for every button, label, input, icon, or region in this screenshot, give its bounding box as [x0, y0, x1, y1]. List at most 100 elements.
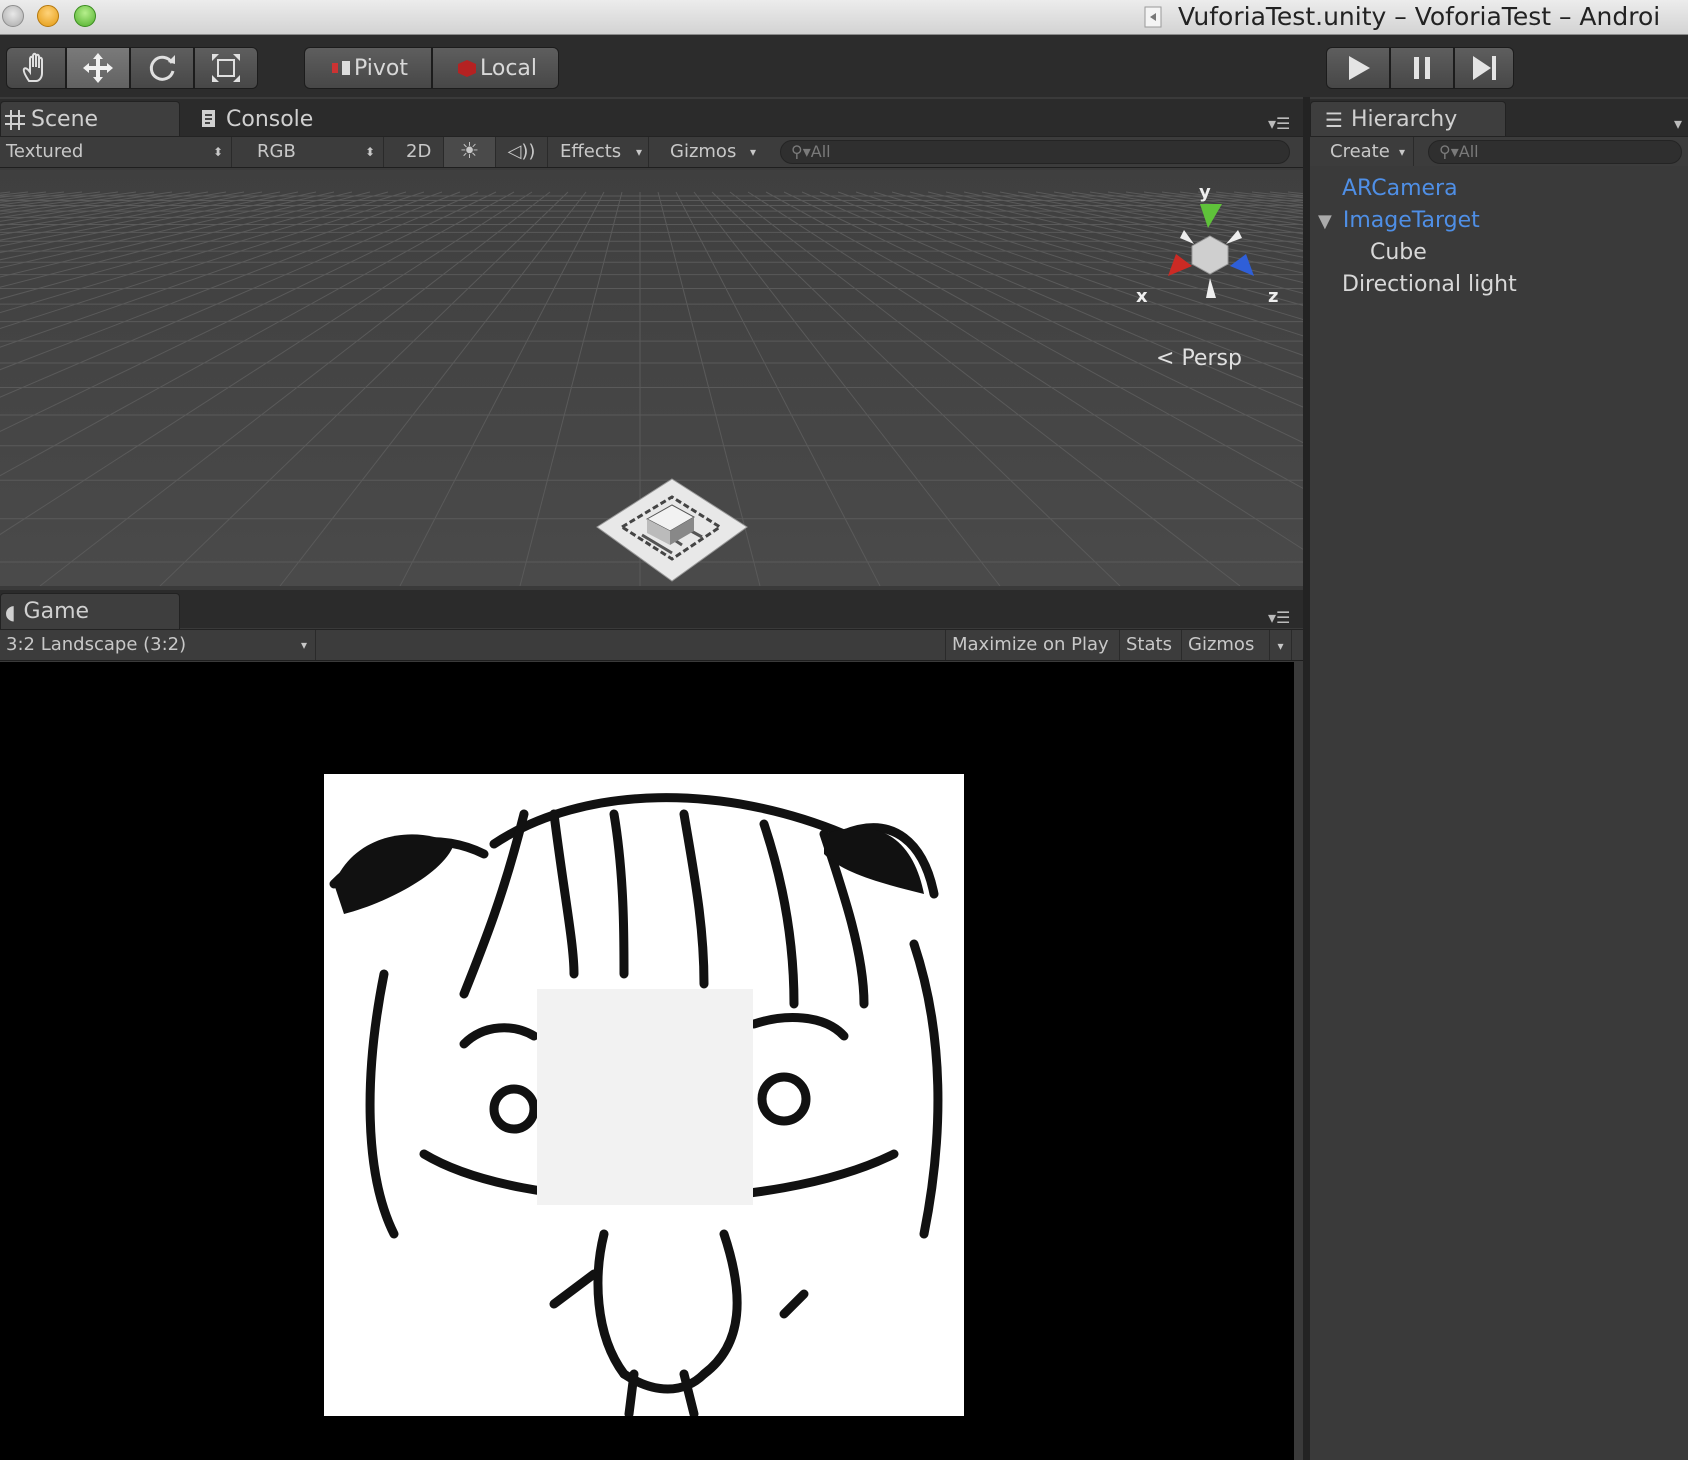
unity-document-icon — [1144, 6, 1162, 28]
tab-scene-label: Scene — [31, 107, 99, 132]
hierarchy-item-cube[interactable]: Cube — [1370, 240, 1427, 265]
scene-audio-toggle[interactable]: ◁)) — [496, 137, 548, 167]
camera-feed-image — [324, 774, 964, 1416]
game-panel-menu-icon[interactable]: ▾☰ — [1268, 608, 1290, 627]
scene-controlbar: Textured ⬍ RGB ⬍ 2D ☀ ◁)) Effects ▾ Gizm… — [0, 136, 1303, 168]
updown-arrow-icon: ⬍ — [212, 145, 223, 159]
local-toggle-button[interactable]: Local — [432, 47, 559, 89]
updown-arrow-icon: ⬍ — [364, 145, 375, 159]
local-label: Local — [479, 55, 538, 81]
tab-console[interactable]: Console — [200, 101, 350, 137]
window-title: VuforiaTest.unity – VoforiaTest – Androi — [1178, 2, 1661, 31]
pause-icon — [1414, 57, 1430, 79]
game-gizmos-dropdown[interactable]: ▾ — [1270, 630, 1292, 660]
pivot-label: Pivot — [353, 55, 408, 81]
dropdown-arrow-icon: ▾ — [635, 145, 642, 159]
step-button[interactable] — [1454, 47, 1514, 89]
hierarchy-create-dropdown[interactable]: Create ▾ — [1310, 137, 1414, 167]
rotate-icon — [149, 55, 175, 81]
sun-icon: ☀ — [459, 139, 480, 164]
maximize-on-play-toggle[interactable]: Maximize on Play — [945, 630, 1120, 660]
2d-toggle-button[interactable]: 2D — [400, 137, 444, 167]
pause-button[interactable] — [1390, 47, 1454, 89]
close-window-button[interactable] — [2, 5, 24, 27]
effects-dropdown[interactable]: Effects ▾ — [554, 137, 649, 167]
pacman-icon: ◖ — [5, 599, 16, 624]
hierarchy-item-imagetarget[interactable]: ▼ ImageTarget — [1318, 208, 1480, 233]
hand-tool-button[interactable] — [6, 47, 66, 89]
hierarchy-search-placeholder: All — [1458, 142, 1479, 161]
dropdown-arrow-icon: ▾ — [1398, 145, 1405, 159]
scene-search-input[interactable]: ⚲▾All — [780, 140, 1290, 164]
gizmo-z-label: z — [1268, 286, 1279, 307]
move-arrows-icon — [83, 53, 113, 83]
shading-mode-dropdown[interactable]: Textured ⬍ — [0, 137, 232, 167]
step-icon — [1473, 56, 1496, 80]
zoom-window-button[interactable] — [74, 5, 96, 27]
pivot-icon — [331, 61, 350, 75]
scene-lighting-toggle[interactable]: ☀ — [444, 137, 496, 167]
tab-game[interactable]: ◖ Game — [0, 593, 180, 629]
game-viewport[interactable] — [0, 662, 1294, 1460]
dropdown-arrow-icon: ▾ — [300, 638, 307, 652]
scene-viewport[interactable]: y x z < Persp — [0, 170, 1303, 586]
effects-label: Effects — [560, 141, 622, 162]
expand-triangle-icon[interactable]: ▼ — [1318, 211, 1332, 232]
pivot-toggle-button[interactable]: Pivot — [304, 47, 432, 89]
hierarchy-item-label: Directional light — [1342, 272, 1517, 297]
axis-x-cone[interactable] — [1168, 254, 1192, 276]
tab-console-label: Console — [226, 106, 314, 132]
scene-panel-menu-icon[interactable]: ▾☰ — [1268, 114, 1290, 133]
projection-toggle[interactable]: < Persp — [1156, 346, 1242, 371]
scene-search-placeholder: All — [810, 142, 831, 161]
minimize-window-button[interactable] — [37, 5, 59, 27]
window-titlebar: VuforiaTest.unity – VoforiaTest – Androi — [0, 0, 1688, 35]
game-gizmos-label: Gizmos — [1188, 634, 1255, 655]
tab-scene[interactable]: Scene — [0, 101, 180, 137]
chevron-left-icon: < — [1156, 346, 1175, 371]
hierarchy-controlbar: Create ▾ ⚲▾All — [1310, 136, 1688, 168]
search-icon: ⚲▾ — [1439, 142, 1459, 161]
scene-gizmos-dropdown[interactable]: Gizmos ▾ — [664, 137, 762, 167]
game-gizmos-toggle[interactable]: Gizmos — [1182, 630, 1270, 660]
create-label: Create — [1330, 141, 1390, 162]
tab-hierarchy-label: Hierarchy — [1350, 107, 1458, 132]
aspect-ratio-dropdown[interactable]: 3:2 Landscape (3:2) ▾ — [0, 630, 316, 660]
gizmos-label: Gizmos — [670, 141, 737, 162]
list-icon: ☰ — [1325, 107, 1343, 132]
play-icon — [1349, 56, 1370, 80]
shading-mode-value: Textured — [6, 141, 84, 162]
tab-hierarchy[interactable]: ☰ Hierarchy — [1310, 101, 1506, 137]
hierarchy-item-directional-light[interactable]: Directional light — [1342, 272, 1517, 297]
hierarchy-item-label: Cube — [1370, 240, 1427, 265]
hierarchy-panel-menu-icon[interactable]: ▾ — [1674, 114, 1682, 133]
dropdown-arrow-icon: ▾ — [749, 145, 756, 159]
maximize-on-play-label: Maximize on Play — [952, 634, 1109, 655]
play-button[interactable] — [1326, 47, 1390, 89]
panel-splitter[interactable] — [1303, 97, 1310, 1460]
move-tool-button[interactable] — [66, 47, 130, 89]
hierarchy-item-arcamera[interactable]: ARCamera — [1342, 176, 1458, 201]
game-controlbar: 3:2 Landscape (3:2) ▾ Maximize on Play S… — [0, 629, 1303, 661]
render-mode-value: RGB — [257, 141, 296, 162]
stats-toggle[interactable]: Stats — [1120, 630, 1182, 660]
console-icon — [202, 110, 215, 127]
hierarchy-item-label: ARCamera — [1342, 176, 1458, 201]
tab-game-label: Game — [23, 599, 90, 624]
grid-icon — [5, 109, 25, 130]
dropdown-arrow-icon: ▾ — [1277, 639, 1284, 653]
render-mode-dropdown[interactable]: RGB ⬍ — [251, 137, 384, 167]
2d-label: 2D — [406, 141, 432, 162]
gizmo-x-label: x — [1136, 286, 1148, 307]
stats-label: Stats — [1126, 634, 1172, 655]
axis-y-cone[interactable] — [1200, 204, 1222, 228]
aspect-ratio-value: 3:2 Landscape (3:2) — [6, 634, 187, 655]
scale-icon — [212, 54, 240, 82]
rotate-tool-button[interactable] — [130, 47, 194, 89]
axis-z-cone[interactable] — [1230, 254, 1254, 276]
scale-tool-button[interactable] — [194, 47, 258, 89]
ar-cube — [537, 989, 753, 1205]
hierarchy-search-input[interactable]: ⚲▾All — [1428, 140, 1682, 164]
image-target-plane[interactable] — [592, 475, 752, 585]
scene-tabbar — [0, 99, 1303, 137]
